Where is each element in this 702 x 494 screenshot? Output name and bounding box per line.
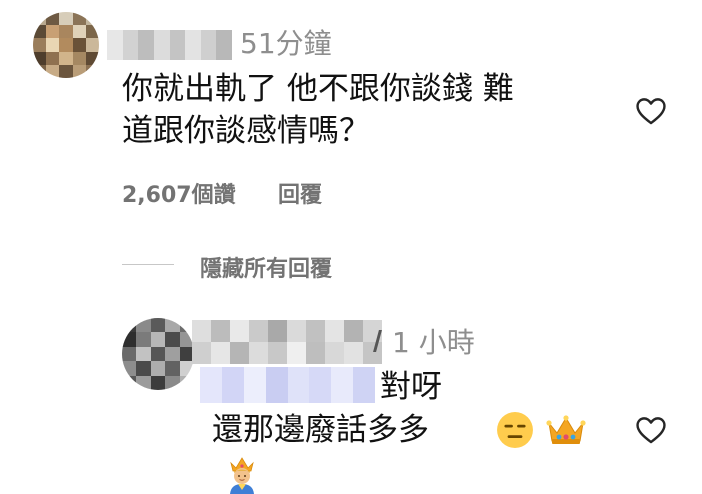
- reply-text-line-1: 對呀: [380, 369, 442, 405]
- reply-text-line-2: 還那邊廢話多多: [212, 412, 429, 448]
- crown-icon: [546, 415, 586, 444]
- reply-timestamp: 1 小時: [392, 326, 475, 359]
- reply-username[interactable]: [192, 320, 382, 364]
- hide-replies-divider: [122, 264, 174, 265]
- commenter-avatar[interactable]: [33, 12, 99, 78]
- comment-timestamp: 51分鐘: [240, 27, 332, 60]
- prince-icon: [230, 457, 254, 494]
- hide-replies-button[interactable]: 隱藏所有回覆: [200, 251, 332, 283]
- expressionless-face-icon: [497, 412, 533, 448]
- likes-count[interactable]: 2,607個讚: [122, 177, 236, 209]
- comment-text-line-2: 道跟你談感情嗎？: [122, 113, 370, 149]
- heart-icon[interactable]: [634, 94, 668, 128]
- mentioned-username[interactable]: [200, 367, 375, 403]
- comment-text-line-1: 你就出軌了 他不跟你談錢 難: [122, 71, 514, 107]
- reply-avatar[interactable]: [122, 318, 194, 390]
- commenter-username[interactable]: [107, 30, 232, 60]
- reply-button[interactable]: 回覆: [278, 177, 322, 209]
- reply-heart-icon[interactable]: [634, 413, 668, 447]
